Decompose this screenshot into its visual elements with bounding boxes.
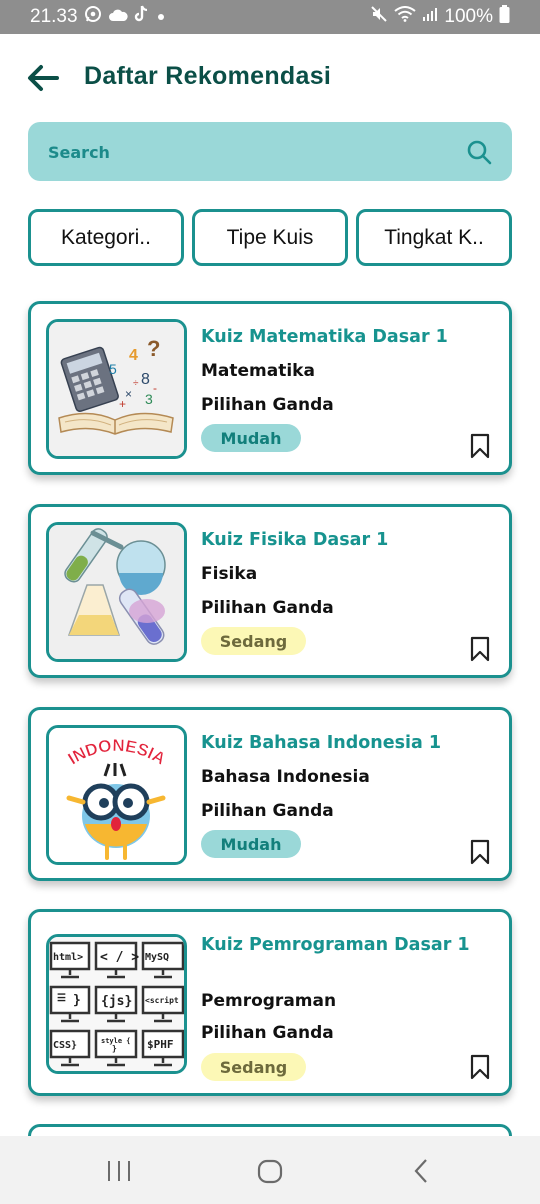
svg-text:?: ? [147,336,160,361]
svg-text:-: - [153,381,157,395]
svg-text:☰: ☰ [57,993,66,1004]
svg-text:{js}: {js} [101,994,132,1009]
svg-text:}: } [73,993,81,1008]
svg-text:html>: html> [53,952,83,963]
level-badge: Sedang [201,1053,306,1081]
quiz-title: Kuiz Pemrograman Dasar 1 [201,935,470,955]
svg-text:}: } [112,1044,117,1053]
quiz-card[interactable]: html> < / > MySQ ☰ } {js} <script CSS} s… [28,909,512,1096]
back-arrow-icon[interactable] [26,62,60,94]
home-icon[interactable] [250,1158,290,1184]
filter-level-dropdown[interactable]: Tingkat K.. [356,209,512,266]
quiz-title: Kuiz Matematika Dasar 1 [201,327,448,347]
app-header: Daftar Rekomendasi [0,58,540,98]
system-navigation-bar [0,1136,540,1204]
svg-text:$PHF: $PHF [147,1038,174,1051]
quiz-type: Pilihan Ganda [201,395,334,415]
programming-illustration: html> < / > MySQ ☰ } {js} <script CSS} s… [46,934,187,1074]
quiz-card[interactable]: Kuiz Fisika Dasar 1 Fisika Pilihan Ganda… [28,504,512,678]
quiz-type: Pilihan Ganda [201,598,334,618]
quiz-title: Kuiz Fisika Dasar 1 [201,530,389,550]
filter-category-dropdown[interactable]: Kategori.. [28,209,184,266]
quiz-card[interactable]: 4 ? 5 8 - 3 × + ÷ Kuiz Matematika Dasar … [28,301,512,475]
signal-icon [422,6,438,28]
status-time: 21.33 [30,6,78,27]
svg-text:×: × [125,387,132,401]
svg-text:+: + [119,397,126,411]
physics-illustration [46,522,187,662]
bookmark-icon[interactable] [470,636,490,662]
svg-text:CSS}: CSS} [53,1040,77,1051]
wifi-icon [394,6,417,28]
svg-text:<script: <script [145,995,179,1005]
recent-apps-icon[interactable] [99,1158,139,1184]
svg-text:8: 8 [141,371,150,388]
level-badge: Sedang [201,627,306,655]
whatsapp-icon [84,5,102,29]
quiz-category: Bahasa Indonesia [201,767,370,787]
level-badge: Mudah [201,830,301,858]
quiz-category: Pemrograman [201,991,337,1011]
battery-percentage: 100% [444,6,493,27]
search-bar[interactable] [28,122,512,183]
bookmark-icon[interactable] [470,839,490,865]
level-badge: Mudah [201,424,301,452]
mute-icon [370,5,388,29]
search-input[interactable] [46,122,450,183]
bookmark-icon[interactable] [470,433,490,459]
quiz-category: Matematika [201,361,315,381]
quiz-type: Pilihan Ganda [201,1023,334,1043]
page-title: Daftar Rekomendasi [84,62,332,90]
quiz-type: Pilihan Ganda [201,801,334,821]
svg-text:3: 3 [145,391,153,407]
status-bar: 21.33 100% [0,0,540,34]
cloud-icon [108,6,128,28]
svg-text:÷: ÷ [133,378,139,389]
bookmark-icon[interactable] [470,1054,490,1080]
tiktok-icon [134,5,150,29]
svg-text:5: 5 [109,361,117,377]
quiz-card[interactable]: INDONESIA Kuiz Bahasa Indonesia 1 Bahasa… [28,707,512,881]
math-illustration: 4 ? 5 8 - 3 × + ÷ [46,319,187,459]
quiz-category: Fisika [201,564,258,584]
notification-dot-icon [156,6,166,28]
svg-text:MySQ: MySQ [145,952,169,963]
svg-text:< / >: < / > [100,950,139,965]
indonesia-illustration: INDONESIA [46,725,187,865]
quiz-title: Kuiz Bahasa Indonesia 1 [201,733,442,753]
svg-text:4: 4 [129,347,138,364]
battery-icon [499,5,510,29]
filter-row: Kategori.. Tipe Kuis Tingkat K.. [28,209,512,266]
filter-quiz-type-dropdown[interactable]: Tipe Kuis [192,209,348,266]
back-nav-icon[interactable] [401,1158,441,1184]
search-icon[interactable] [466,139,492,165]
